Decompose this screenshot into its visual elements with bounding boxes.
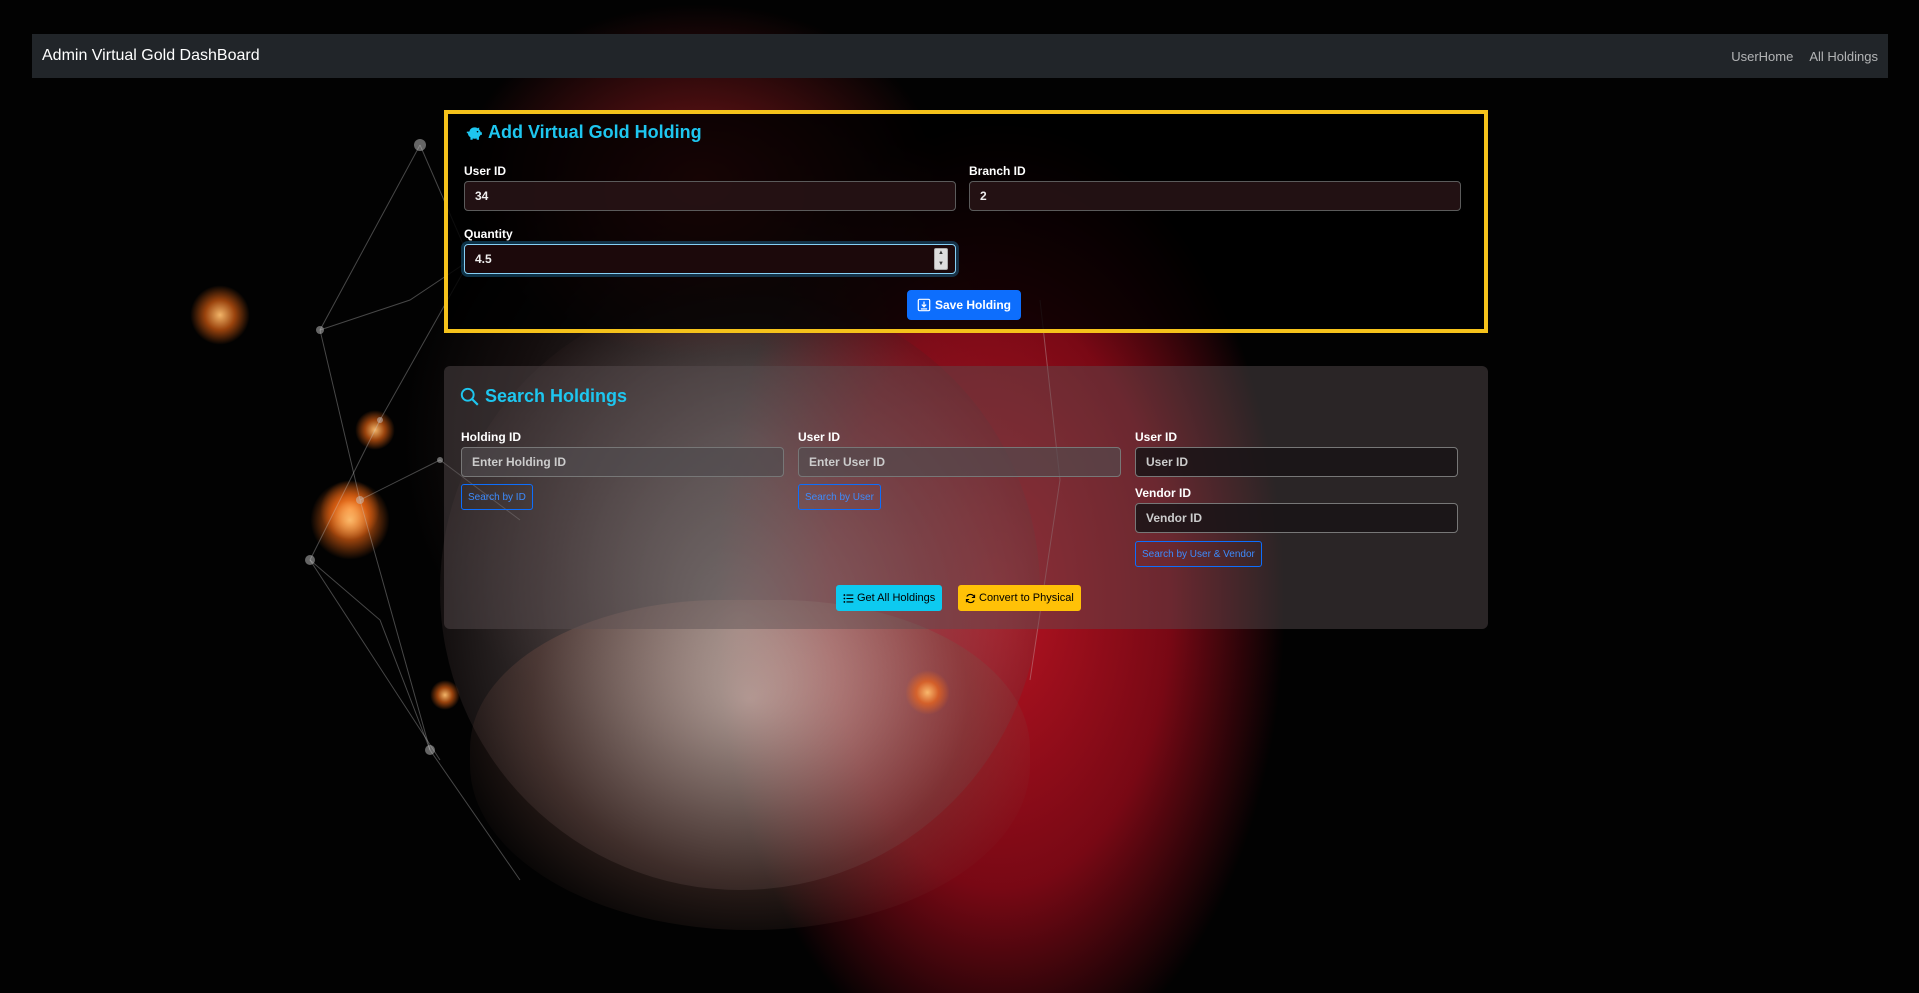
navbar-brand[interactable]: Admin Virtual Gold DashBoard [42, 47, 260, 65]
user-id-combo-label: User ID [1135, 430, 1178, 444]
search-holdings-title: Search Holdings [460, 386, 627, 407]
user-id-label: User ID [464, 164, 507, 178]
user-id-field[interactable] [464, 181, 956, 211]
add-holding-title-text: Add Virtual Gold Holding [488, 122, 702, 142]
vendor-id-label: Vendor ID [1135, 486, 1192, 500]
quantity-stepper[interactable] [464, 244, 956, 274]
branch-id-field[interactable] [969, 181, 1461, 211]
spin-down-icon[interactable]: ▼ [938, 260, 944, 269]
branch-id-label: Branch ID [969, 164, 1026, 178]
quantity-spin-buttons[interactable]: ▲ ▼ [934, 248, 948, 270]
vendor-id-input[interactable] [1135, 503, 1458, 533]
save-holding-label: Save Holding [935, 298, 1012, 312]
search-holdings-title-text: Search Holdings [485, 386, 628, 406]
search-by-user-button[interactable]: Search by User [798, 484, 881, 510]
refresh-icon [965, 593, 976, 603]
search-by-user-vendor-button[interactable]: Search by User & Vendor [1135, 541, 1262, 567]
user-id-search-label: User ID [798, 430, 841, 444]
nav-links: UserHome All Holdings [1731, 49, 1878, 64]
get-all-holdings-label: Get All Holdings [857, 592, 936, 604]
quantity-label: Quantity [464, 227, 513, 241]
list-icon [843, 593, 854, 603]
save-holding-button[interactable]: Save Holding [907, 290, 1022, 320]
holding-id-input[interactable] [461, 447, 784, 477]
get-all-holdings-button[interactable]: Get All Holdings [836, 585, 943, 611]
convert-to-physical-button[interactable]: Convert to Physical [958, 585, 1081, 611]
add-holding-title: Add Virtual Gold Holding [464, 122, 702, 143]
quantity-wrapper: ▲ ▼ [464, 244, 956, 274]
spin-up-icon[interactable]: ▲ [938, 249, 944, 258]
navbar: Admin Virtual Gold DashBoard UserHome Al… [32, 34, 1888, 78]
nav-link-all-holdings[interactable]: All Holdings [1809, 49, 1878, 64]
user-id-combo-input[interactable] [1135, 447, 1458, 477]
save-icon [917, 298, 931, 312]
user-id-search-input[interactable] [798, 447, 1121, 477]
holding-id-label: Holding ID [461, 430, 521, 444]
search-holdings-card: Search Holdings Holding ID Search by ID … [444, 366, 1488, 629]
search-by-id-button[interactable]: Search by ID [461, 484, 533, 510]
add-holding-card: Add Virtual Gold Holding User ID Branch … [444, 110, 1488, 333]
nav-link-userhome[interactable]: UserHome [1731, 49, 1793, 64]
piggy-bank-icon [466, 126, 482, 140]
search-icon [460, 387, 479, 406]
convert-to-physical-label: Convert to Physical [979, 592, 1074, 604]
